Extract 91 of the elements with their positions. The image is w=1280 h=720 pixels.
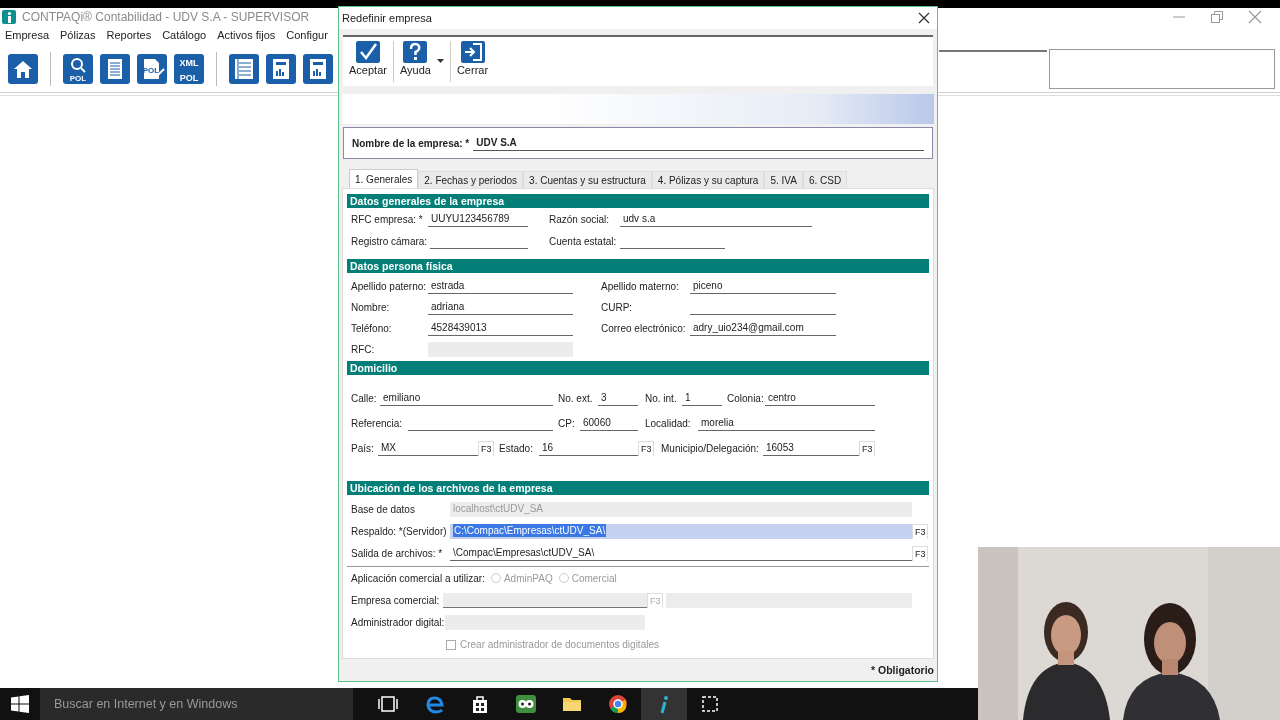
- field-label: Salida de archivos: *: [351, 547, 444, 559]
- tab[interactable]: 3. Cuentas y su estructura: [523, 171, 652, 188]
- text-field[interactable]: \Compac\Empresas\ctUDV_SA\: [450, 545, 912, 561]
- field-label: Aplicación comercial a utilizar:: [351, 572, 485, 584]
- toolbar-button[interactable]: Cerrar: [450, 37, 495, 83]
- required-note: * Obligatorio: [871, 663, 934, 676]
- text-field[interactable]: udv s.a: [620, 211, 812, 227]
- xml-icon[interactable]: XML POL: [174, 54, 204, 84]
- text-field[interactable]: emiliano: [380, 391, 553, 406]
- text-field[interactable]: piceno: [690, 279, 836, 294]
- restore-icon[interactable]: [1210, 10, 1224, 24]
- tab[interactable]: 4. Pólizas y su captura: [651, 171, 765, 188]
- field-label: RFC empresa: *: [351, 213, 424, 225]
- search-icon[interactable]: POL: [63, 54, 93, 84]
- field-label: Estado:: [499, 443, 534, 454]
- text-field[interactable]: C:\Compac\Empresas\ctUDV_SA\: [450, 523, 912, 539]
- menu-item[interactable]: Configur: [286, 28, 328, 41]
- exit-door-icon: [460, 41, 485, 63]
- list-icon[interactable]: [229, 54, 259, 84]
- section-header: Ubicación de los archivos de la empresa: [347, 481, 929, 495]
- lookup-button[interactable]: F3: [638, 441, 654, 456]
- text-field[interactable]: centro: [765, 391, 875, 406]
- tab[interactable]: 1. Generales: [349, 169, 419, 188]
- dialog-title: Redefinir empresa: [342, 12, 432, 24]
- text-field[interactable]: adry_uio234@gmail.com: [690, 321, 836, 336]
- text-field[interactable]: 3: [598, 391, 638, 406]
- lookup-button[interactable]: F3: [912, 545, 928, 561]
- search-field[interactable]: Buscar en Internet y en Windows: [40, 688, 353, 720]
- field-label: Registro cámara:: [351, 235, 429, 247]
- field-label: Base de datos: [351, 503, 416, 515]
- field-label: Administrador digital:: [351, 617, 445, 628]
- text-field[interactable]: estrada: [428, 279, 573, 294]
- question-mark-icon: [403, 41, 428, 63]
- field-label: No. int.: [645, 393, 678, 404]
- lookup-button[interactable]: F3: [478, 441, 494, 456]
- text-field[interactable]: adriana: [428, 300, 573, 315]
- field-label: CP:: [558, 418, 576, 429]
- toolbar-button[interactable]: Aceptar: [343, 37, 393, 83]
- field-label: Cuenta estatal:: [549, 235, 618, 247]
- field-label: País:: [351, 443, 375, 454]
- field-label: Razón social:: [549, 213, 611, 225]
- menu-item[interactable]: Pólizas: [60, 28, 96, 41]
- menu-item[interactable]: Empresa: [5, 28, 50, 41]
- field-label: Apellido paterno:: [351, 281, 428, 292]
- field-label: RFC:: [351, 344, 376, 355]
- tab[interactable]: 6. CSD: [802, 171, 848, 188]
- field-label: Empresa comercial:: [351, 594, 441, 606]
- text-field[interactable]: 1: [682, 391, 722, 406]
- field-label: Nombre de la empresa: *: [352, 137, 470, 149]
- tab[interactable]: 5. IVA: [764, 171, 803, 188]
- calculator-chart-icon[interactable]: [266, 54, 296, 84]
- task-view-icon[interactable]: [377, 693, 399, 715]
- field-label: Localidad:: [645, 418, 692, 429]
- owl-icon[interactable]: [515, 693, 537, 715]
- field-label: No. ext.: [558, 393, 594, 404]
- home-icon[interactable]: [8, 54, 38, 84]
- section-header: Domicilio: [347, 361, 929, 375]
- caret-icon[interactable]: [436, 59, 444, 63]
- field-label: Nombre:: [351, 302, 391, 313]
- tab[interactable]: 2. Fechas y periodos: [418, 171, 524, 188]
- window-title: CONTPAQi® Contabilidad - UDV S.A - SUPERVISOR: [22, 10, 310, 24]
- menu-item[interactable]: Catálogo: [162, 28, 207, 41]
- snipping-icon[interactable]: [699, 693, 721, 715]
- check-icon: [355, 41, 380, 63]
- field-label: Referencia:: [351, 418, 404, 429]
- close-icon[interactable]: [918, 12, 930, 24]
- chrome-icon[interactable]: [607, 693, 629, 715]
- section-header: Datos persona física: [347, 259, 929, 273]
- toolbar-button[interactable]: Ayuda: [393, 37, 437, 83]
- field-label: Municipio/Delegación:: [661, 443, 760, 454]
- field-label: Calle:: [351, 393, 378, 404]
- menu-item[interactable]: Reportes: [106, 28, 152, 41]
- field-label: CURP:: [601, 302, 634, 313]
- text-field[interactable]: 4528439013: [428, 321, 573, 336]
- text-field[interactable]: UDV S.A: [473, 135, 924, 151]
- lookup-button[interactable]: F3: [859, 441, 875, 456]
- section-header: Datos generales de la empresa: [347, 194, 929, 208]
- text-field[interactable]: morelia: [698, 416, 875, 431]
- start-icon[interactable]: [11, 695, 29, 713]
- lookup-button[interactable]: F3: [912, 523, 928, 539]
- checkbox-label: Crear administrador de documentos digitales: [460, 639, 659, 650]
- document-icon[interactable]: [100, 54, 130, 84]
- field-label: Teléfono:: [351, 323, 393, 334]
- field-label: Respaldo: *(Servidor): [351, 525, 448, 537]
- text-field[interactable]: UUYU123456789: [428, 211, 528, 227]
- text-field[interactable]: 60060: [580, 416, 638, 431]
- menu-item[interactable]: Activos fijos: [217, 28, 276, 41]
- field-label: Correo electrónico:: [601, 323, 687, 334]
- calculator-chart-icon[interactable]: [303, 54, 333, 84]
- field-label: Colonia:: [727, 393, 765, 404]
- field-label: Apellido materno:: [601, 281, 680, 292]
